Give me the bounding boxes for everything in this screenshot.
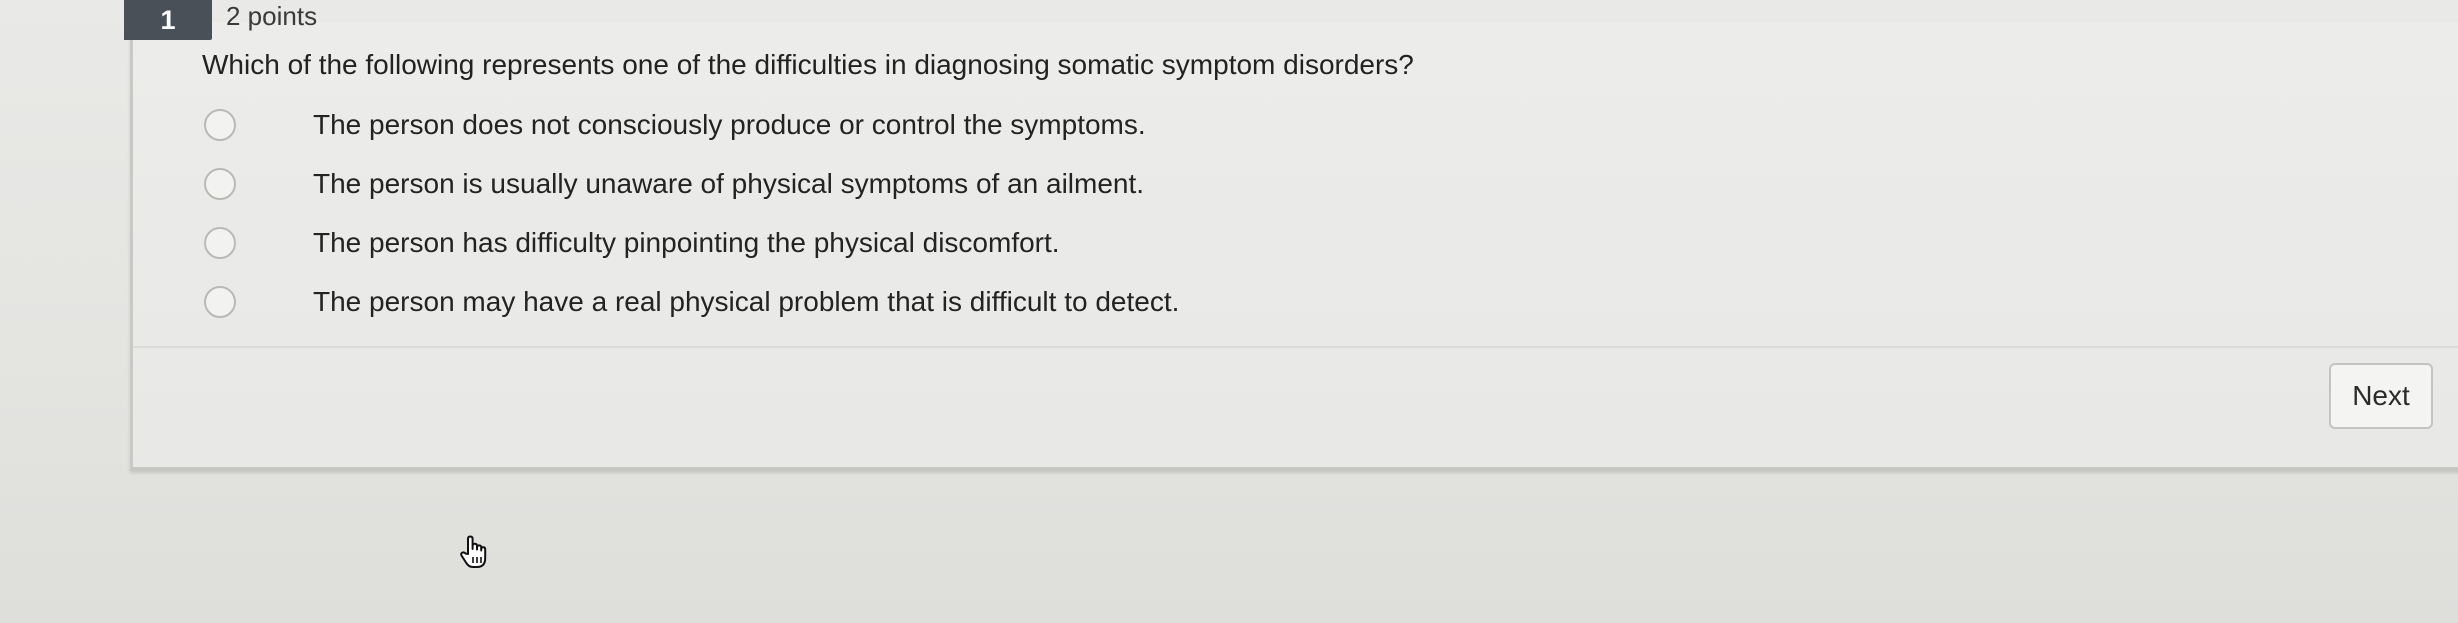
radio-button[interactable] [204,108,236,141]
card-divider [133,346,2458,348]
radio-button[interactable] [204,167,236,200]
question-number: 1 [160,4,176,35]
next-button[interactable]: Next [2329,363,2433,429]
answer-choice-2[interactable]: The person is usually unaware of physica… [204,154,1179,213]
answer-choice-4[interactable]: The person may have a real physical prob… [204,272,1179,331]
hand-pointer-icon [458,534,490,570]
answer-choice-3[interactable]: The person has difficulty pinpointing th… [204,213,1179,272]
radio-button[interactable] [204,226,236,259]
answer-choice-label[interactable]: The person has difficulty pinpointing th… [313,227,1060,259]
radio-button[interactable] [204,285,236,318]
answer-choice-label[interactable]: The person may have a real physical prob… [313,286,1179,318]
question-prompt: Which of the following represents one of… [202,49,1414,80]
answer-choices: The person does not consciously produce … [204,95,1179,331]
question-number-badge: 1 [124,0,212,40]
answer-choice-1[interactable]: The person does not consciously produce … [204,95,1179,154]
answer-choice-label[interactable]: The person is usually unaware of physica… [313,168,1144,200]
question-points: 2 points [226,1,318,31]
answer-choice-label[interactable]: The person does not consciously produce … [313,109,1146,141]
